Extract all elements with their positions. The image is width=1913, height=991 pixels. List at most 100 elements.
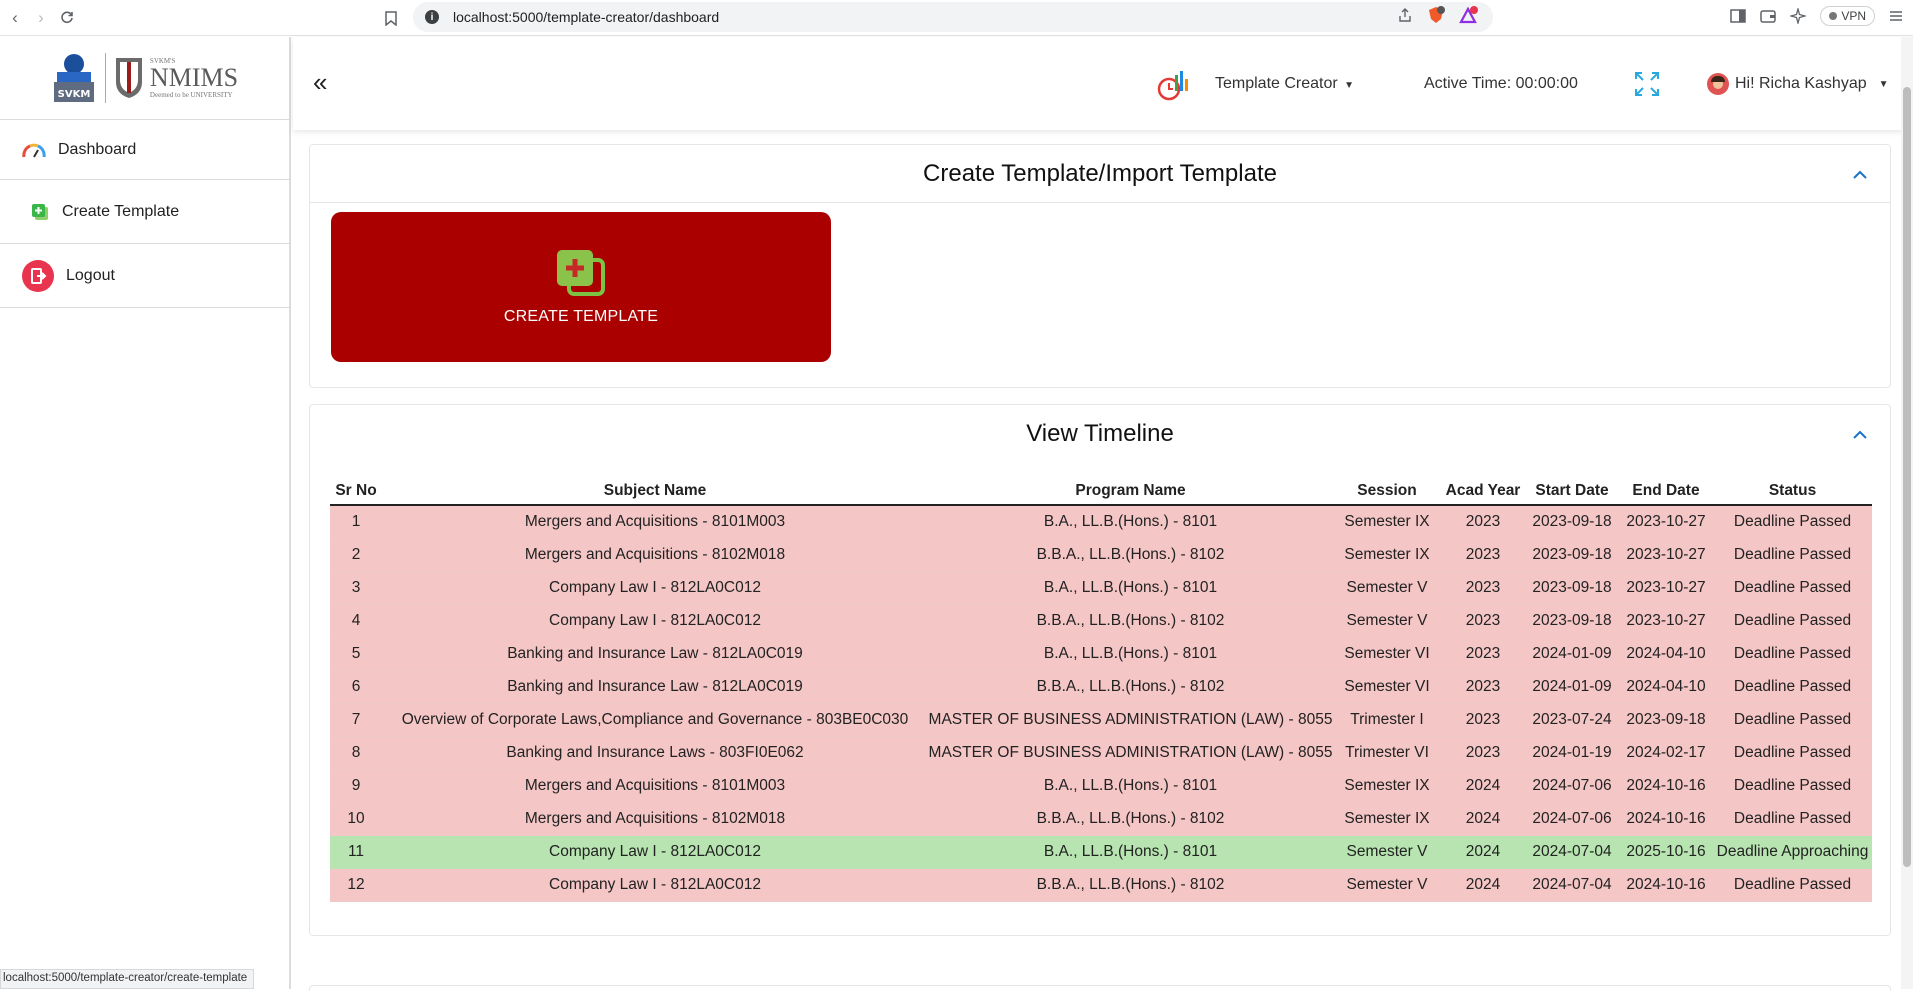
sidebar-item-logout[interactable]: Logout: [0, 244, 289, 308]
column-header[interactable]: End Date: [1619, 477, 1713, 506]
table-cell: Company Law I - 812LA0C012: [382, 835, 928, 869]
column-header[interactable]: Start Date: [1525, 477, 1619, 506]
nmims-shield-icon: [115, 58, 142, 98]
table-cell: 2025-10-16: [1619, 835, 1713, 869]
site-info-icon[interactable]: i: [425, 10, 439, 24]
chevron-up-icon[interactable]: [1852, 427, 1868, 443]
table-cell: Semester IX: [1333, 505, 1441, 539]
table-cell: 2024: [1441, 868, 1525, 902]
fullscreen-icon[interactable]: [1634, 71, 1660, 97]
table-row: 11 Company Law I - 812LA0C012 B.A., LL.B.(…: [330, 835, 1872, 869]
table-cell: Trimester I: [1333, 703, 1441, 737]
column-header[interactable]: Sr No: [330, 477, 382, 506]
create-template-button[interactable]: CREATE TEMPLATE: [331, 212, 831, 362]
add-template-icon: [557, 250, 605, 296]
table-row: 5 Banking and Insurance Law - 812LA0C019 B…: [330, 637, 1872, 671]
address-bar[interactable]: i localhost:5000/template-creator/dashbo…: [413, 2, 1493, 32]
table-cell: 2023-09-18: [1525, 538, 1619, 572]
sidebar-item-create-template[interactable]: Create Template: [0, 180, 289, 244]
timeline-table: Sr No Subject Name Program Name Session …: [330, 477, 1872, 902]
table-cell: Company Law I - 812LA0C012: [382, 571, 928, 605]
svkm-logo-text: SVKM: [58, 89, 91, 100]
table-cell: B.A., LL.B.(Hons.) - 8101: [928, 835, 1333, 869]
table-cell: 2024-07-04: [1525, 835, 1619, 869]
logo-divider: [104, 53, 106, 103]
table-cell: 2023-10-27: [1619, 538, 1713, 572]
reload-icon[interactable]: [54, 5, 80, 31]
menu-icon[interactable]: [1889, 9, 1903, 23]
table-cell: 11: [330, 835, 382, 869]
table-row: 6 Banking and Insurance Law - 812LA0C019 B…: [330, 670, 1872, 704]
table-cell: 2024-02-17: [1619, 736, 1713, 770]
dashboard-gauge-icon: [22, 143, 46, 157]
table-cell: Deadline Passed: [1713, 703, 1872, 737]
add-template-icon: [32, 203, 48, 220]
table-cell: 2023: [1441, 505, 1525, 539]
table-cell: 5: [330, 637, 382, 671]
url-text[interactable]: localhost:5000/template-creator/dashboar…: [453, 9, 719, 25]
wallet-icon[interactable]: [1760, 9, 1777, 23]
top-header: « Template Creator ▼ Active Time: 00:00:…: [293, 37, 1913, 130]
scrollbar-thumb[interactable]: [1903, 87, 1911, 867]
table-cell: 2023: [1441, 637, 1525, 671]
next-panel-edge: [309, 985, 1891, 991]
table-cell: Semester V: [1333, 868, 1441, 902]
column-header[interactable]: Acad Year: [1441, 477, 1525, 506]
table-cell: Deadline Passed: [1713, 670, 1872, 704]
sidebar-item-label: Logout: [66, 266, 115, 284]
forward-icon[interactable]: ›: [28, 5, 54, 31]
table-cell: 2024-10-16: [1619, 769, 1713, 803]
table-cell: 2024-01-09: [1525, 637, 1619, 671]
brave-rewards-icon[interactable]: [1459, 6, 1479, 24]
table-cell: B.B.A., LL.B.(Hons.) - 8102: [928, 802, 1333, 836]
bookmark-icon[interactable]: [380, 7, 402, 29]
nmims-logo: SVKM'S NMIMS Deemed to be UNIVERSITY: [114, 56, 238, 100]
table-cell: Semester VI: [1333, 637, 1441, 671]
table-cell: Semester IX: [1333, 769, 1441, 803]
back-icon[interactable]: ‹: [2, 5, 28, 31]
collapse-sidebar-icon[interactable]: «: [313, 67, 327, 98]
table-cell: Deadline Passed: [1713, 802, 1872, 836]
browser-toolbar: ‹ › i localhost:5000/template-creator/da…: [0, 0, 1913, 36]
table-cell: B.B.A., LL.B.(Hons.) - 8102: [928, 670, 1333, 704]
table-cell: 2023: [1441, 736, 1525, 770]
status-url: localhost:5000/template-creator/create-t…: [3, 972, 248, 984]
column-header[interactable]: Status: [1713, 477, 1872, 506]
table-cell: 7: [330, 703, 382, 737]
table-cell: Banking and Insurance Law - 812LA0C019: [382, 637, 928, 671]
table-cell: Deadline Passed: [1713, 736, 1872, 770]
table-cell: 2: [330, 538, 382, 572]
table-cell: B.A., LL.B.(Hons.) - 8101: [928, 505, 1333, 539]
table-row: 10 Mergers and Acquisitions - 8102M018 B.B…: [330, 802, 1872, 836]
table-row: 1 Mergers and Acquisitions - 8101M003 B.A.…: [330, 505, 1872, 539]
sidebar-toggle-icon[interactable]: [1730, 9, 1747, 23]
nmims-wordmark: NMIMS: [149, 63, 239, 92]
leo-ai-icon[interactable]: [1790, 8, 1807, 24]
table-cell: B.A., LL.B.(Hons.) - 8101: [928, 637, 1333, 671]
table-cell: 2024-07-06: [1525, 769, 1619, 803]
table-cell: 12: [330, 868, 382, 902]
table-cell: 2024: [1441, 802, 1525, 836]
column-header[interactable]: Program Name: [928, 477, 1333, 506]
table-cell: 2024-01-09: [1525, 670, 1619, 704]
panel-title: View Timeline: [1026, 420, 1174, 447]
table-cell: 2023-10-27: [1619, 571, 1713, 605]
chevron-up-icon[interactable]: [1852, 167, 1868, 183]
logout-icon: [22, 259, 54, 292]
sidebar-item-dashboard[interactable]: Dashboard: [0, 120, 289, 180]
table-cell: MASTER OF BUSINESS ADMINISTRATION (LAW) …: [928, 703, 1333, 737]
nmims-subtitle: Deemed to be UNIVERSITY: [149, 91, 233, 99]
user-menu[interactable]: Hi! Richa Kashyap ▼: [1707, 73, 1889, 95]
vpn-button[interactable]: VPN: [1820, 6, 1875, 26]
table-cell: MASTER OF BUSINESS ADMINISTRATION (LAW) …: [928, 736, 1333, 770]
column-header[interactable]: Session: [1333, 477, 1441, 506]
brave-shield-icon[interactable]: [1427, 6, 1445, 24]
share-icon[interactable]: [1397, 7, 1413, 23]
page-scrollbar[interactable]: [1901, 37, 1913, 989]
role-dropdown[interactable]: Template Creator ▼: [1215, 75, 1354, 93]
column-header[interactable]: Subject Name: [382, 477, 928, 506]
table-cell: 6: [330, 670, 382, 704]
table-cell: 2024-07-06: [1525, 802, 1619, 836]
table-cell: 2023-09-18: [1525, 604, 1619, 638]
caret-down-icon: ▼: [1344, 80, 1355, 91]
